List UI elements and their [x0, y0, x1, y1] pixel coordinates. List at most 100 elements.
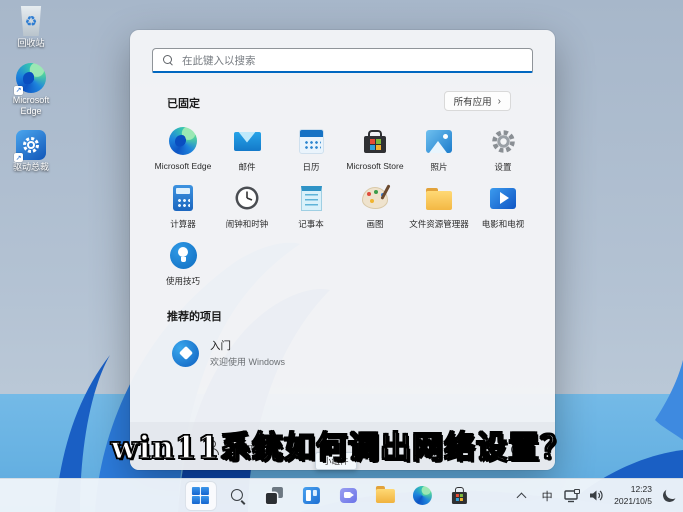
chevron-up-icon [518, 492, 526, 500]
app-tile-label: Microsoft Store [346, 161, 403, 171]
taskbar-edge-button[interactable] [407, 482, 437, 510]
app-tile-paint[interactable]: 画图 [343, 179, 407, 236]
network-button[interactable] [564, 483, 580, 509]
alarm-clock-icon [233, 184, 261, 212]
chat-icon [340, 488, 357, 503]
edge-icon [413, 486, 432, 505]
edge-icon [169, 127, 197, 155]
app-tile-alarms[interactable]: 闹钟和时钟 [215, 179, 279, 236]
app-tile-label: Microsoft Edge [155, 161, 212, 171]
system-tray: 中 12:23 2021/10/5 [514, 483, 677, 509]
desktop-icon-edge[interactable]: ↗ Microsoft Edge [4, 63, 58, 117]
photos-icon [426, 130, 452, 153]
app-tile-calculator[interactable]: 计算器 [151, 179, 215, 236]
search-icon [163, 55, 173, 65]
get-started-icon [172, 340, 199, 367]
search-placeholder: 在此键入以搜索 [182, 53, 256, 68]
chevron-right-icon: › [498, 96, 501, 107]
clock-button[interactable]: 12:23 2021/10/5 [614, 484, 652, 507]
focus-moon-icon [661, 487, 677, 503]
search-icon [229, 488, 245, 504]
pinned-section-header: 已固定 [167, 95, 200, 111]
app-tile-calendar[interactable]: 日历 [279, 122, 343, 179]
app-tile-label: 日历 [302, 161, 319, 173]
tray-overflow-button[interactable] [514, 483, 530, 509]
shortcut-arrow-icon: ↗ [14, 86, 23, 95]
recommended-item-subtitle: 欢迎使用 Windows [210, 355, 285, 368]
app-tile-notepad[interactable]: 记事本 [279, 179, 343, 236]
app-tile-label: 设置 [494, 161, 511, 173]
volume-button[interactable] [589, 483, 605, 509]
app-tile-label: 计算器 [170, 218, 196, 230]
app-tile-movies-tv[interactable]: 电影和电视 [471, 179, 535, 236]
notepad-icon [301, 186, 322, 211]
start-search-input[interactable]: 在此键入以搜索 [152, 48, 533, 73]
app-tile-label: 电影和电视 [482, 218, 525, 230]
calendar-icon [299, 129, 324, 154]
app-tile-tips[interactable]: 使用技巧 [151, 236, 215, 293]
network-icon [564, 489, 580, 503]
all-apps-label: 所有应用 [454, 94, 492, 108]
taskbar-center-buttons [185, 482, 474, 510]
desktop-icon-label: Microsoft Edge [4, 95, 58, 117]
power-button[interactable] [505, 438, 527, 460]
taskbar-file-explorer-button[interactable] [370, 482, 400, 510]
desktop-icon-driver-app[interactable]: ↗ 驱动总裁 [4, 130, 58, 173]
task-view-icon [266, 487, 283, 504]
widgets-tooltip: 小组件 [315, 452, 357, 470]
file-explorer-icon [376, 489, 395, 503]
user-icon [204, 440, 218, 454]
desktop-icon-label: 回收站 [17, 38, 44, 49]
task-view-button[interactable] [259, 482, 289, 510]
taskbar-search-button[interactable] [222, 482, 252, 510]
user-profile-button[interactable]: Administrator [196, 436, 290, 458]
recommended-item-get-started[interactable]: 入门 欢迎使用 Windows [163, 333, 294, 373]
paint-icon [362, 187, 388, 209]
windows-logo-icon [192, 487, 210, 505]
start-menu-panel: 在此键入以搜索 已固定 所有应用 › Microsoft Edge 邮件 日历 … [130, 30, 555, 470]
app-tile-photos[interactable]: 照片 [407, 122, 471, 179]
app-tile-file-explorer[interactable]: 文件资源管理器 [407, 179, 471, 236]
recycle-bin-icon: ♻ [19, 6, 43, 36]
app-tile-store[interactable]: Microsoft Store [343, 122, 407, 179]
app-tile-label: 使用技巧 [166, 275, 200, 287]
desktop-icon-list: ♻ 回收站 ↗ Microsoft Edge ↗ 驱动总裁 [4, 6, 58, 173]
app-tile-label: 画图 [366, 218, 383, 230]
mail-icon [234, 132, 261, 151]
recommended-section-header: 推荐的项目 [167, 308, 222, 324]
power-icon [510, 443, 523, 456]
taskbar-store-button[interactable] [444, 482, 474, 510]
focus-assist-button[interactable] [661, 483, 677, 509]
file-explorer-icon [426, 191, 452, 210]
app-tile-label: 记事本 [298, 218, 324, 230]
movies-tv-icon [490, 188, 516, 209]
app-tile-edge[interactable]: Microsoft Edge [151, 122, 215, 179]
store-icon [364, 136, 386, 153]
app-tile-settings[interactable]: 设置 [471, 122, 535, 179]
pinned-apps-grid: Microsoft Edge 邮件 日历 Microsoft Store 照片 … [151, 122, 535, 293]
ime-label: 中 [542, 488, 553, 504]
app-tile-label: 文件资源管理器 [409, 218, 469, 230]
taskbar: 中 12:23 2021/10/5 [0, 478, 683, 512]
chat-button[interactable] [333, 482, 363, 510]
app-tile-label: 闹钟和时钟 [226, 218, 269, 230]
ime-indicator[interactable]: 中 [539, 483, 555, 509]
volume-icon [589, 489, 605, 502]
app-tile-label: 邮件 [238, 161, 255, 173]
all-apps-button[interactable]: 所有应用 › [444, 91, 511, 111]
tray-time: 12:23 [614, 484, 652, 495]
tips-icon [170, 242, 197, 269]
widgets-button[interactable] [296, 482, 326, 510]
desktop-icon-recycle-bin[interactable]: ♻ 回收站 [4, 6, 58, 49]
desktop-icon-label: 驱动总裁 [13, 162, 49, 173]
start-button[interactable] [185, 482, 215, 510]
tray-date: 2021/10/5 [614, 496, 652, 507]
recommended-item-title: 入门 [210, 338, 285, 353]
user-name-label: Administrator [226, 442, 282, 453]
app-tile-mail[interactable]: 邮件 [215, 122, 279, 179]
settings-gear-icon [490, 128, 517, 155]
shortcut-arrow-icon: ↗ [14, 153, 23, 162]
calculator-icon [173, 185, 193, 211]
app-tile-label: 照片 [430, 161, 447, 173]
widgets-icon [303, 487, 320, 504]
